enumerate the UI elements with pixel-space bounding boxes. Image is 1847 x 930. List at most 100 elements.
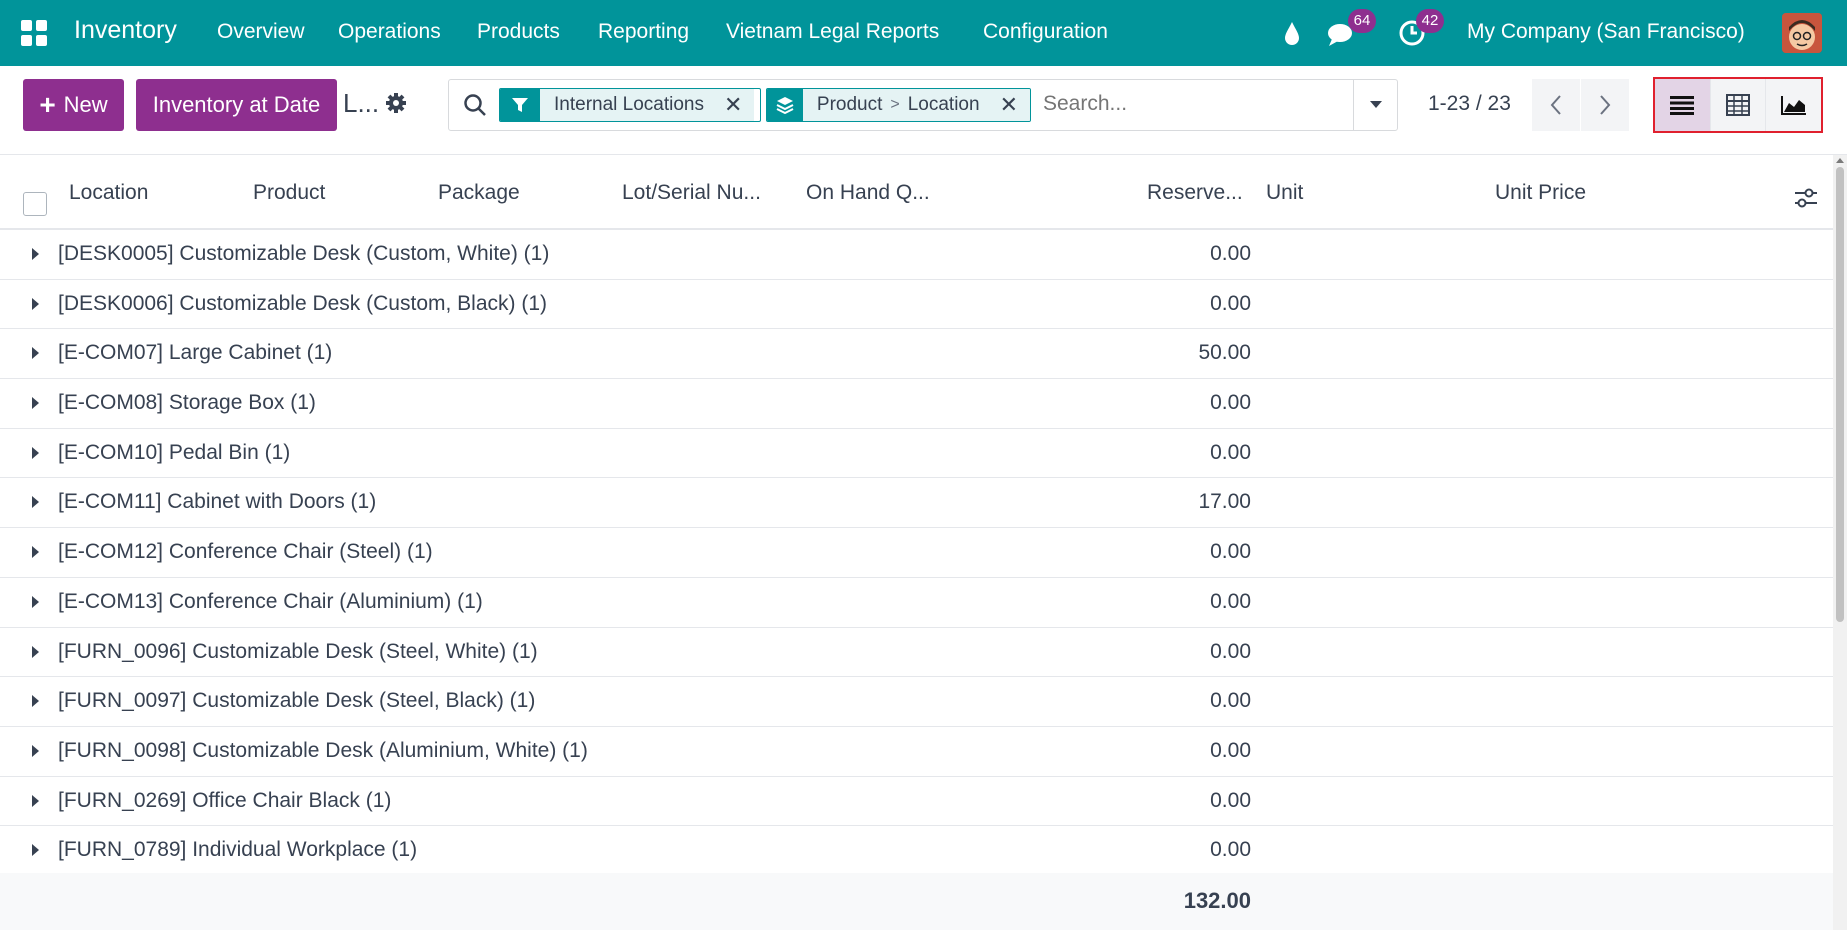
- new-button[interactable]: + New: [23, 79, 124, 131]
- groupby-facet: Product > Location ✕: [766, 88, 1031, 122]
- menu-vietnam-legal-reports[interactable]: Vietnam Legal Reports: [726, 20, 939, 44]
- chevron-left-icon: [1550, 95, 1561, 115]
- inventory-at-date-button[interactable]: Inventory at Date: [136, 79, 337, 131]
- group-reserved: 0.00: [1210, 738, 1251, 762]
- chevron-right-icon: [1600, 95, 1611, 115]
- control-panel: + New Inventory at Date L... Internal Lo…: [0, 66, 1847, 155]
- area-chart-icon: [1780, 96, 1806, 115]
- group-row[interactable]: [E-COM12] Conference Chair (Steel) (1) 0.…: [0, 528, 1833, 578]
- group-row[interactable]: [FURN_0098] Customizable Desk (Aluminium…: [0, 727, 1833, 777]
- list-icon: [1670, 96, 1695, 115]
- group-reserved: 17.00: [1198, 490, 1251, 514]
- filter-icon: [500, 89, 540, 121]
- group-row[interactable]: [E-COM13] Conference Chair (Aluminium) (…: [0, 578, 1833, 628]
- column-unit[interactable]: Unit: [1266, 181, 1303, 205]
- column-unit-price[interactable]: Unit Price: [1495, 181, 1586, 205]
- group-row[interactable]: [E-COM11] Cabinet with Doors (1) 17.00: [0, 478, 1833, 529]
- caret-right-icon: [32, 744, 39, 757]
- group-name: [E-COM08] Storage Box (1): [58, 391, 316, 415]
- search-icon[interactable]: [463, 93, 487, 122]
- group-row[interactable]: [DESK0006] Customizable Desk (Custom, Bl…: [0, 280, 1833, 330]
- caret-right-icon: [32, 248, 39, 260]
- user-avatar[interactable]: [1782, 13, 1822, 53]
- group-reserved: 0.00: [1210, 838, 1251, 862]
- group-reserved: 0.00: [1210, 242, 1251, 265]
- total-reserved: 132.00: [1183, 888, 1251, 913]
- column-product[interactable]: Product: [253, 181, 325, 205]
- table-footer: 132.00: [0, 873, 1833, 930]
- group-name: [DESK0006] Customizable Desk (Custom, Bl…: [58, 291, 547, 315]
- company-switcher[interactable]: My Company (San Francisco): [1467, 20, 1745, 44]
- group-row[interactable]: [FURN_0097] Customizable Desk (Steel, Bl…: [0, 677, 1833, 727]
- caret-right-icon: [32, 695, 39, 708]
- group-reserved: 0.00: [1210, 589, 1251, 613]
- group-name: [E-COM10] Pedal Bin (1): [58, 440, 291, 464]
- pivot-view-button[interactable]: [1710, 79, 1767, 131]
- messages-badge: 64: [1348, 9, 1376, 33]
- group-row[interactable]: [E-COM10] Pedal Bin (1) 0.00: [0, 429, 1833, 479]
- table-header: Location Product Package Lot/Serial Nu..…: [0, 155, 1833, 230]
- app-name[interactable]: Inventory: [74, 16, 177, 45]
- pager-next-button[interactable]: [1581, 79, 1629, 131]
- pager-previous-button[interactable]: [1532, 79, 1580, 131]
- group-name: [FURN_0096] Customizable Desk (Steel, Wh…: [58, 639, 538, 663]
- menu-reporting[interactable]: Reporting: [598, 20, 689, 44]
- column-reserved[interactable]: Reserve...: [1147, 181, 1243, 205]
- group-row[interactable]: [DESK0005] Customizable Desk (Custom, Wh…: [0, 230, 1833, 280]
- group-reserved: 0.00: [1210, 391, 1251, 415]
- group-name: [E-COM13] Conference Chair (Aluminium) (…: [58, 589, 483, 613]
- group-name: [E-COM11] Cabinet with Doors (1): [58, 490, 377, 514]
- scrollbar-thumb[interactable]: [1836, 167, 1844, 622]
- group-name: [FURN_0269] Office Chair Black (1): [58, 788, 392, 812]
- groupby-separator: >: [890, 96, 900, 113]
- search-input[interactable]: [1043, 92, 1343, 116]
- column-on-hand[interactable]: On Hand Q...: [806, 181, 930, 205]
- remove-filter-icon[interactable]: ✕: [724, 92, 742, 118]
- activities-badge: 42: [1416, 9, 1444, 33]
- groupby-location: Location: [907, 94, 980, 115]
- group-row[interactable]: [E-COM07] Large Cabinet (1) 50.00: [0, 329, 1833, 380]
- menu-configuration[interactable]: Configuration: [983, 20, 1108, 44]
- caret-right-icon: [32, 397, 39, 410]
- group-reserved: 0.00: [1210, 689, 1251, 713]
- filter-facet-label: Internal Locations: [554, 94, 704, 115]
- group-name: [FURN_0789] Individual Workplace (1): [58, 838, 418, 862]
- list-view-button[interactable]: [1655, 79, 1711, 131]
- caret-right-icon: [32, 496, 39, 509]
- groupby-product: Product: [816, 94, 883, 115]
- group-row[interactable]: [FURN_0096] Customizable Desk (Steel, Wh…: [0, 628, 1833, 678]
- column-lot-serial[interactable]: Lot/Serial Nu...: [622, 181, 761, 205]
- column-location[interactable]: Location: [69, 181, 148, 205]
- group-row[interactable]: [FURN_0269] Office Chair Black (1) 0.00: [0, 777, 1833, 827]
- apps-menu-icon[interactable]: [21, 20, 47, 46]
- breadcrumb: L...: [343, 88, 380, 118]
- search-bar: Internal Locations ✕ Product > Location …: [448, 79, 1398, 131]
- caret-right-icon: [32, 595, 39, 608]
- caret-right-icon: [32, 546, 39, 559]
- caret-right-icon: [32, 347, 39, 360]
- scroll-up-icon[interactable]: [1836, 158, 1844, 163]
- vertical-scrollbar[interactable]: [1833, 155, 1847, 930]
- group-reserved: 0.00: [1210, 788, 1251, 812]
- optional-columns-icon[interactable]: [1794, 187, 1818, 214]
- gear-icon[interactable]: [385, 92, 407, 114]
- column-package[interactable]: Package: [438, 181, 520, 205]
- caret-right-icon: [32, 446, 39, 459]
- debug-drop-icon[interactable]: [1282, 0, 1302, 66]
- menu-overview[interactable]: Overview: [217, 20, 305, 44]
- remove-groupby-icon[interactable]: ✕: [1000, 92, 1018, 118]
- pager-value[interactable]: 1-23 / 23: [1428, 92, 1511, 116]
- menu-products[interactable]: Products: [477, 20, 560, 44]
- layers-icon: [767, 89, 803, 121]
- group-reserved: 0.00: [1210, 639, 1251, 663]
- caret-right-icon: [32, 645, 39, 658]
- group-row[interactable]: [E-COM08] Storage Box (1) 0.00: [0, 379, 1833, 429]
- search-options-toggle[interactable]: [1353, 80, 1398, 130]
- group-name: [E-COM12] Conference Chair (Steel) (1): [58, 540, 433, 564]
- graph-view-button[interactable]: [1766, 79, 1822, 131]
- group-row[interactable]: [FURN_0789] Individual Workplace (1) 0.00: [0, 826, 1833, 876]
- group-name: [FURN_0098] Customizable Desk (Aluminium…: [58, 738, 588, 762]
- select-all-checkbox[interactable]: [23, 192, 47, 216]
- new-button-label: New: [63, 92, 108, 117]
- menu-operations[interactable]: Operations: [338, 20, 441, 44]
